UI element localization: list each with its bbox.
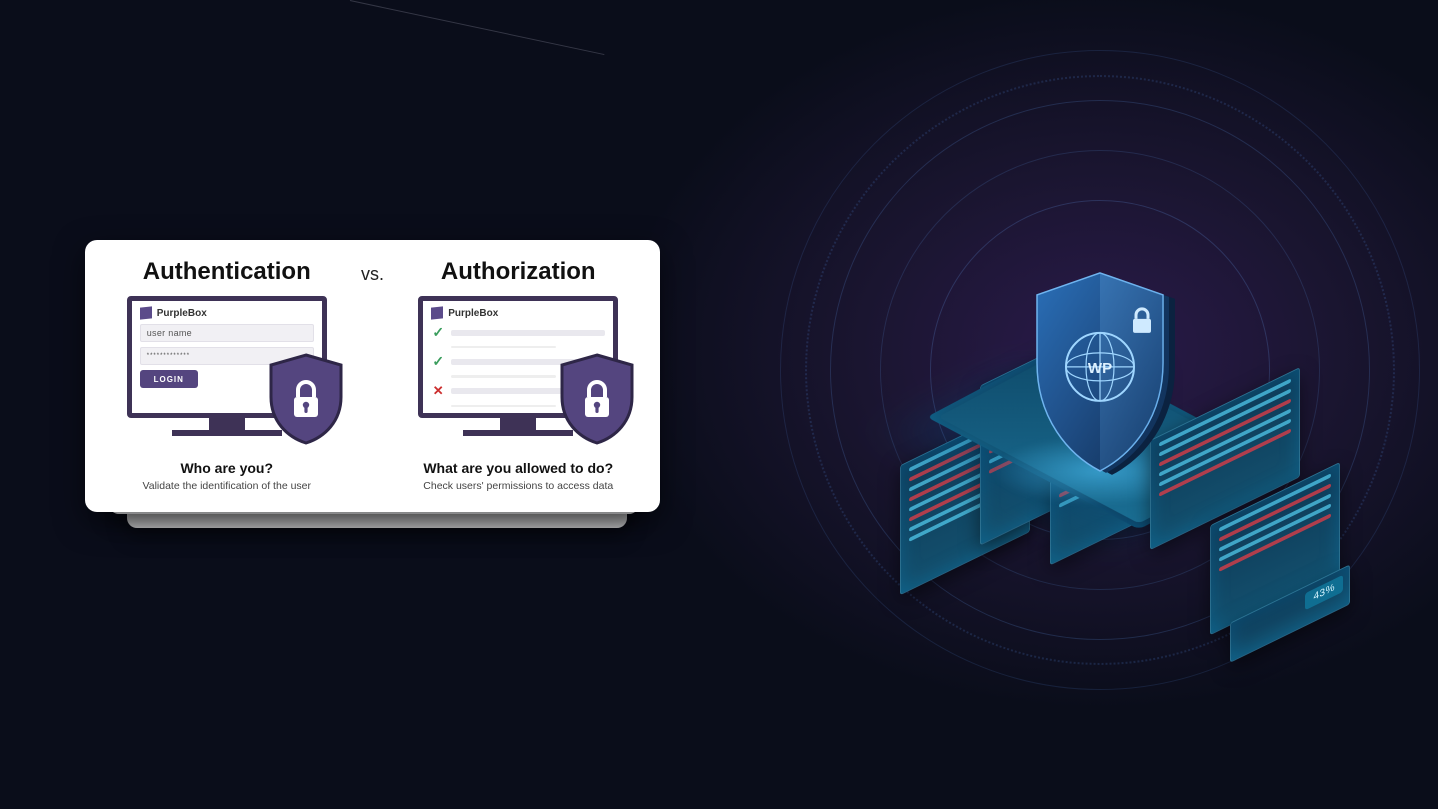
authentication-monitor: PurpleBox user name ************* LOGIN [127, 296, 327, 446]
comparison-card: Authentication PurpleBox user name *****… [85, 240, 660, 512]
authentication-column: Authentication PurpleBox user name *****… [107, 258, 347, 492]
check-icon: ✓ [431, 355, 445, 369]
shield-text: WP [1088, 359, 1112, 376]
shield-lock-icon [267, 353, 345, 450]
authentication-title: Authentication [143, 258, 311, 286]
vs-label: vs. [355, 258, 391, 492]
authorization-column: Authorization PurpleBox ✓ ✓ [399, 258, 639, 492]
permission-row-1: ✓ [431, 324, 605, 341]
authentication-desc: Validate the identification of the user [143, 480, 312, 492]
comparison-card-stack: Authentication PurpleBox user name *****… [85, 240, 660, 512]
brand-cube-icon [140, 306, 152, 319]
authorization-question: What are you allowed to do? [423, 460, 613, 476]
brand-cube-icon [431, 306, 443, 319]
monitor-base [172, 430, 282, 436]
authentication-question: Who are you? [180, 460, 273, 476]
brand-label: PurpleBox [448, 308, 498, 319]
username-field[interactable]: user name [140, 324, 314, 342]
authorization-title: Authorization [441, 258, 596, 286]
permission-bar-sub [451, 346, 555, 348]
monitor-stand [500, 418, 536, 430]
isometric-scene: 🔒 43% [840, 194, 1360, 614]
login-button[interactable]: LOGIN [140, 370, 198, 388]
check-icon: ✓ [431, 326, 445, 340]
decorative-line [350, 0, 605, 55]
authorization-desc: Check users' permissions to access data [423, 480, 613, 492]
brand-row: PurpleBox [431, 307, 605, 319]
security-shield-icon: WP [1015, 270, 1185, 485]
permission-bar [451, 330, 605, 336]
permission-bar-sub [451, 405, 555, 407]
brand-row: PurpleBox [140, 307, 314, 319]
brand-label: PurpleBox [157, 308, 207, 319]
cross-icon: ✕ [431, 384, 445, 398]
permission-bar-sub [451, 375, 555, 377]
hero-security-graphic: 🔒 43% [760, 30, 1438, 710]
monitor-base [463, 430, 573, 436]
monitor-stand [209, 418, 245, 430]
authorization-monitor: PurpleBox ✓ ✓ ✕ [418, 296, 618, 446]
shield-lock-icon [558, 353, 636, 450]
